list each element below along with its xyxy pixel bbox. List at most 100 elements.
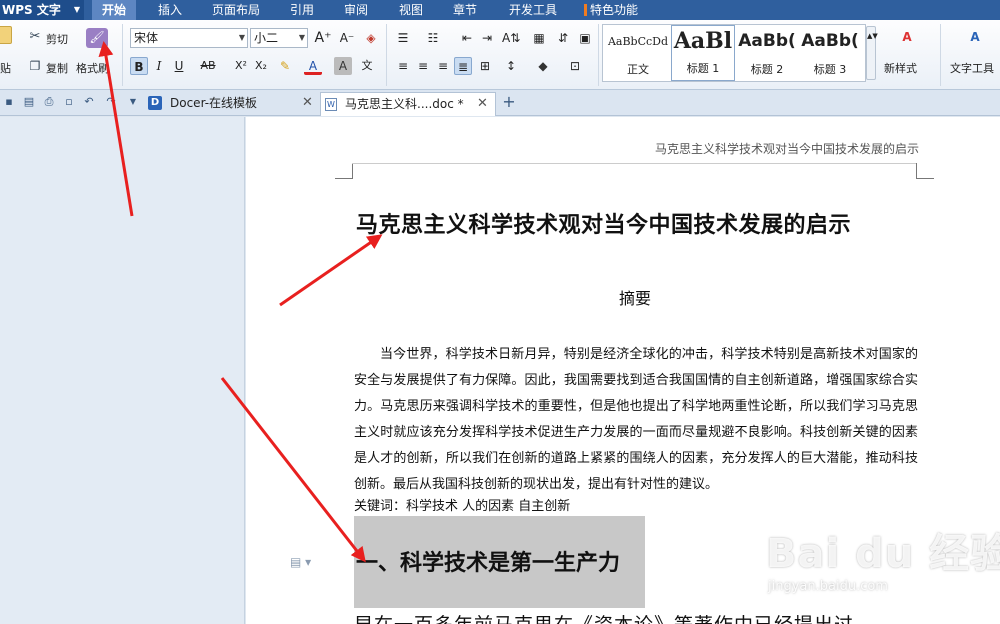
align-right-icon[interactable]: ≡ bbox=[434, 57, 452, 75]
header-divider bbox=[352, 163, 916, 164]
document-title[interactable]: 马克思主义科学技术观对当今中国技术发展的启示 bbox=[356, 207, 851, 239]
watermark-url: jingyan.baidu.com bbox=[768, 579, 888, 594]
show-marks-icon[interactable]: ▣ bbox=[576, 29, 594, 47]
chevron-down-icon: ▼ bbox=[298, 33, 305, 42]
ribbon-divider bbox=[122, 24, 123, 86]
new-style-icon[interactable]: A bbox=[896, 28, 918, 46]
distributed-align-icon[interactable]: ⊞ bbox=[476, 57, 494, 75]
shading-icon[interactable]: ◆ bbox=[534, 57, 552, 75]
subscript-button[interactable]: X₂ bbox=[252, 57, 270, 75]
document-tab-bar: ▪ ▤ ⎙ ▫ ↶ ↷ ▼ D Docer-在线模板 ✕ W 马克思主义科...… bbox=[0, 90, 1000, 116]
chevron-down-icon: ▼ bbox=[238, 33, 245, 42]
font-size-value: 小二 bbox=[254, 31, 279, 45]
tab-special-features[interactable]: 特色功能 bbox=[584, 0, 674, 20]
format-painter-icon[interactable]: 🖌 bbox=[86, 28, 108, 48]
scissors-icon[interactable]: ✂ bbox=[26, 28, 44, 46]
increase-indent-icon[interactable]: ⇥ bbox=[478, 29, 496, 47]
bullet-list-icon[interactable]: ☰ bbox=[394, 29, 412, 47]
style-sample: AaBl bbox=[673, 28, 733, 54]
customize-toolbar-icon[interactable]: ▼ bbox=[126, 95, 140, 109]
abstract-heading[interactable]: 摘要 bbox=[600, 285, 670, 309]
tab-page-layout[interactable]: 页面布局 bbox=[204, 0, 268, 20]
tab-current-document[interactable]: W 马克思主义科....doc * ✕ bbox=[320, 92, 496, 116]
keywords-line[interactable]: 关键词：科学技术 人的因素 自主创新 bbox=[354, 495, 570, 514]
copy-icon[interactable]: ❐ bbox=[26, 57, 44, 75]
decrease-indent-icon[interactable]: ⇤ bbox=[458, 29, 476, 47]
export-pdf-icon[interactable]: ▤ bbox=[22, 95, 36, 109]
style-name: 标题 2 bbox=[750, 63, 784, 76]
save-icon[interactable]: ▪ bbox=[2, 95, 16, 109]
sort-icon[interactable]: ⇵ bbox=[554, 29, 572, 47]
strikethrough-button[interactable]: AB bbox=[196, 57, 220, 75]
paste-icon[interactable] bbox=[0, 26, 12, 44]
shrink-font-icon[interactable]: A⁻ bbox=[338, 29, 356, 47]
bold-button[interactable]: B bbox=[130, 57, 148, 75]
paste-button[interactable]: 贴 bbox=[0, 60, 11, 76]
print-preview-icon[interactable]: ▫ bbox=[62, 95, 76, 109]
close-icon[interactable]: ✕ bbox=[477, 93, 488, 115]
body-paragraph[interactable]: 早在一百多年前马克思在《资本论》等著作中已经提出过 bbox=[354, 610, 854, 624]
tab-insert[interactable]: 插入 bbox=[148, 0, 192, 20]
abstract-paragraph[interactable]: 当今世界，科学技术日新月异，特别是经济全球化的冲击，科学技术特别是高新技术对国家… bbox=[354, 342, 918, 498]
ribbon-toolbar: 贴 ✂ 剪切 ❐ 复制 🖌 格式刷 宋体 ▼ 小二 ▼ A⁺ A⁻ ◈ B I U … bbox=[0, 20, 1000, 90]
tab-developer[interactable]: 开发工具 bbox=[502, 0, 564, 20]
undo-icon[interactable]: ↶ bbox=[82, 95, 96, 109]
ribbon-divider bbox=[598, 24, 599, 86]
heading-level-1[interactable]: 一、科学技术是第一生产力 bbox=[356, 545, 620, 577]
style-heading-2[interactable]: AaBb( 标题 2 bbox=[735, 25, 799, 81]
justify-icon[interactable]: ≣ bbox=[454, 57, 472, 75]
close-icon[interactable]: ✕ bbox=[302, 92, 313, 114]
font-name-value: 宋体 bbox=[134, 31, 159, 45]
font-name-select[interactable]: 宋体 ▼ bbox=[130, 28, 248, 48]
numbered-list-icon[interactable]: ☷ bbox=[424, 29, 442, 47]
grow-font-icon[interactable]: A⁺ bbox=[314, 29, 332, 47]
text-tools-button[interactable]: 文字工具 bbox=[950, 60, 994, 76]
line-spacing-icon[interactable]: ↕ bbox=[502, 57, 520, 75]
paragraph-layout-icon[interactable]: ▤ ▾ bbox=[290, 555, 311, 569]
tab-docer-label: Docer-在线模板 bbox=[170, 96, 258, 110]
char-shading-icon[interactable]: A bbox=[334, 57, 352, 75]
menu-bar: WPS 文字 ▼ 开始 插入 页面布局 引用 审阅 视图 章节 开发工具 特色功… bbox=[0, 0, 1000, 20]
style-name: 标题 3 bbox=[813, 63, 847, 76]
format-painter-button[interactable]: 格式刷 bbox=[76, 60, 109, 76]
clear-format-icon[interactable]: ◈ bbox=[362, 29, 380, 47]
app-name: WPS 文字 bbox=[2, 3, 61, 17]
margin-corner-mark bbox=[916, 163, 934, 179]
redo-icon[interactable]: ↷ bbox=[104, 95, 118, 109]
copy-button[interactable]: 复制 bbox=[46, 60, 68, 76]
font-size-select[interactable]: 小二 ▼ bbox=[250, 28, 308, 48]
superscript-button[interactable]: X² bbox=[232, 57, 250, 75]
cut-button[interactable]: 剪切 bbox=[46, 31, 68, 47]
new-style-button[interactable]: 新样式 bbox=[884, 60, 917, 76]
page-header[interactable]: 马克思主义科学技术观对当今中国技术发展的启示 bbox=[655, 140, 919, 157]
underline-button[interactable]: U bbox=[170, 57, 188, 75]
align-left-icon[interactable]: ≡ bbox=[394, 57, 412, 75]
print-icon[interactable]: ⎙ bbox=[42, 95, 56, 109]
tab-chapter[interactable]: 章节 bbox=[445, 0, 485, 20]
italic-button[interactable]: I bbox=[150, 57, 168, 75]
phonetic-guide-icon[interactable]: 文 bbox=[358, 57, 376, 75]
tab-review[interactable]: 审阅 bbox=[336, 0, 376, 20]
tab-view[interactable]: 视图 bbox=[391, 0, 431, 20]
tab-document-label: 马克思主义科....doc * bbox=[345, 97, 464, 111]
tab-docer-templates[interactable]: D Docer-在线模板 ✕ bbox=[144, 92, 318, 116]
style-heading-1[interactable]: AaBl 标题 1 bbox=[671, 25, 735, 81]
feature-dot-icon bbox=[584, 4, 587, 16]
navigation-pane bbox=[0, 117, 245, 624]
font-color-icon[interactable]: A bbox=[304, 57, 322, 75]
style-name: 正文 bbox=[627, 63, 649, 76]
app-menu-button[interactable]: WPS 文字 ▼ bbox=[0, 0, 84, 20]
text-direction-icon[interactable]: A⇅ bbox=[502, 29, 520, 47]
new-tab-icon[interactable]: + bbox=[502, 94, 516, 110]
align-center-icon[interactable]: ≡ bbox=[414, 57, 432, 75]
tab-home[interactable]: 开始 bbox=[92, 0, 136, 20]
table-grid-icon[interactable]: ▦ bbox=[530, 29, 548, 47]
borders-icon[interactable]: ⊡ bbox=[566, 57, 584, 75]
style-normal[interactable]: AaBbCcDd 正文 bbox=[605, 25, 671, 81]
text-tools-icon[interactable]: A bbox=[964, 28, 986, 46]
highlight-icon[interactable]: ✎ bbox=[276, 57, 294, 75]
docer-logo-icon: D bbox=[148, 96, 162, 110]
tab-references[interactable]: 引用 bbox=[282, 0, 322, 20]
style-scroll-icon[interactable]: ▲▼ bbox=[866, 26, 878, 80]
style-heading-3[interactable]: AaBb( 标题 3 bbox=[799, 25, 861, 81]
